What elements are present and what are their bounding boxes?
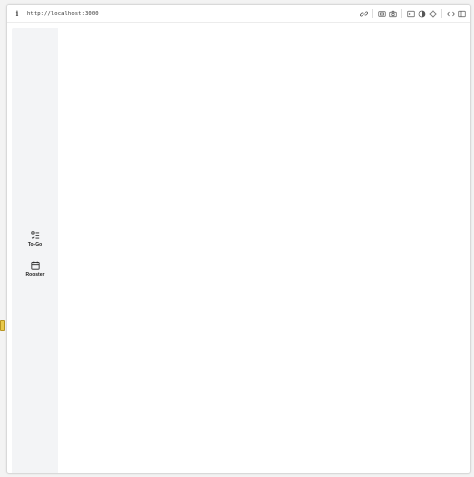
page-viewport: To-Go Rooster <box>12 28 465 473</box>
toolbar-separator <box>441 9 442 18</box>
console-icon[interactable] <box>405 8 416 19</box>
sidebar-item-to-go[interactable]: To-Go <box>12 231 58 248</box>
resize-handle[interactable] <box>0 320 5 331</box>
camera-icon[interactable] <box>387 8 398 19</box>
url-display[interactable]: http://localhost:3000 <box>27 11 99 17</box>
sidebar-item-label: To-Go <box>27 242 43 248</box>
info-icon[interactable]: i <box>12 9 22 18</box>
main-content <box>58 28 465 473</box>
crosshair-icon[interactable] <box>427 8 438 19</box>
toolbar-tools <box>358 8 467 19</box>
code-icon[interactable] <box>445 8 456 19</box>
sidebar: To-Go Rooster <box>12 28 58 473</box>
sidebar-toggle-icon[interactable] <box>456 8 467 19</box>
calendar-icon <box>30 261 40 270</box>
browser-window: i http://localhost:3000 To-Go Rooster <box>6 4 471 474</box>
sidebar-item-rooster[interactable]: Rooster <box>12 261 58 278</box>
toolbar-separator <box>401 9 402 18</box>
toolbar-separator <box>372 9 373 18</box>
dark-mode-icon[interactable] <box>416 8 427 19</box>
link-icon[interactable] <box>358 8 369 19</box>
sidebar-item-label: Rooster <box>25 272 45 278</box>
screenshot-icon[interactable] <box>376 8 387 19</box>
browser-toolbar: i http://localhost:3000 <box>7 5 470 23</box>
checklist-icon <box>30 231 39 239</box>
